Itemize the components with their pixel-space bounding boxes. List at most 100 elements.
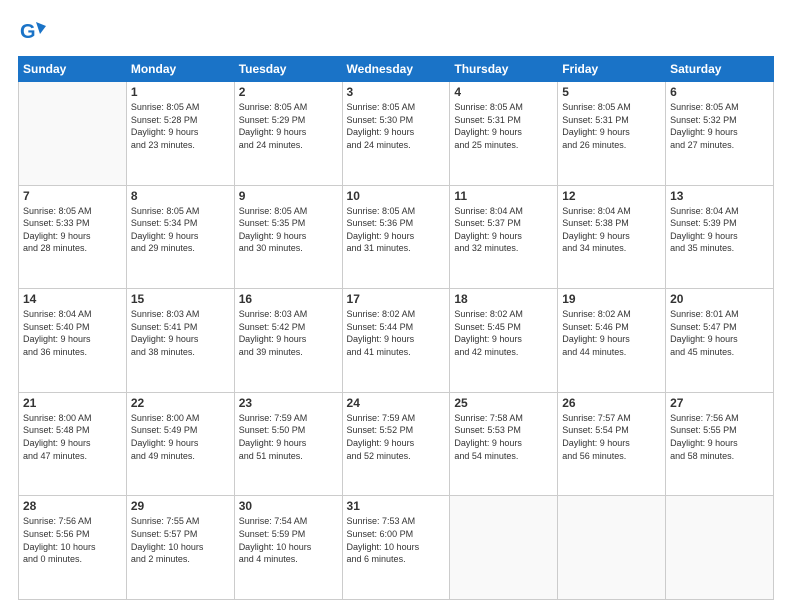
day-info: Sunrise: 8:04 AM <box>23 308 122 321</box>
day-info: Sunset: 5:54 PM <box>562 424 661 437</box>
day-number: 20 <box>670 292 769 306</box>
calendar-cell: 9Sunrise: 8:05 AMSunset: 5:35 PMDaylight… <box>234 185 342 289</box>
day-info: Sunset: 5:31 PM <box>454 114 553 127</box>
weekday-header-tuesday: Tuesday <box>234 57 342 82</box>
day-info: and 49 minutes. <box>131 450 230 463</box>
day-number: 6 <box>670 85 769 99</box>
day-info: Sunrise: 8:05 AM <box>23 205 122 218</box>
day-info: Sunset: 5:32 PM <box>670 114 769 127</box>
day-info: Sunrise: 8:03 AM <box>239 308 338 321</box>
day-info: Sunrise: 8:05 AM <box>131 205 230 218</box>
day-info: Sunrise: 8:00 AM <box>131 412 230 425</box>
day-info: Daylight: 9 hours <box>23 437 122 450</box>
day-info: Daylight: 9 hours <box>131 126 230 139</box>
calendar-cell: 21Sunrise: 8:00 AMSunset: 5:48 PMDayligh… <box>19 392 127 496</box>
day-info: Daylight: 9 hours <box>23 333 122 346</box>
day-info: Daylight: 9 hours <box>239 333 338 346</box>
calendar-cell: 11Sunrise: 8:04 AMSunset: 5:37 PMDayligh… <box>450 185 558 289</box>
day-info: and 54 minutes. <box>454 450 553 463</box>
day-info: Sunrise: 8:03 AM <box>131 308 230 321</box>
day-number: 5 <box>562 85 661 99</box>
day-info: Sunrise: 7:54 AM <box>239 515 338 528</box>
day-info: Sunset: 6:00 PM <box>347 528 446 541</box>
day-info: Sunset: 5:29 PM <box>239 114 338 127</box>
day-info: Daylight: 9 hours <box>670 126 769 139</box>
day-info: Daylight: 9 hours <box>670 437 769 450</box>
day-info: Daylight: 9 hours <box>562 230 661 243</box>
day-info: Daylight: 10 hours <box>239 541 338 554</box>
day-number: 30 <box>239 499 338 513</box>
day-number: 16 <box>239 292 338 306</box>
day-info: and 30 minutes. <box>239 242 338 255</box>
day-info: Sunset: 5:47 PM <box>670 321 769 334</box>
day-info: and 41 minutes. <box>347 346 446 359</box>
calendar-cell: 7Sunrise: 8:05 AMSunset: 5:33 PMDaylight… <box>19 185 127 289</box>
day-info: and 28 minutes. <box>23 242 122 255</box>
day-info: Daylight: 9 hours <box>131 437 230 450</box>
day-info: Sunrise: 7:53 AM <box>347 515 446 528</box>
calendar-cell: 5Sunrise: 8:05 AMSunset: 5:31 PMDaylight… <box>558 82 666 186</box>
day-info: Daylight: 9 hours <box>239 437 338 450</box>
day-number: 25 <box>454 396 553 410</box>
day-info: Sunrise: 8:05 AM <box>347 205 446 218</box>
day-info: Daylight: 9 hours <box>454 437 553 450</box>
day-info: Sunset: 5:50 PM <box>239 424 338 437</box>
calendar-cell: 12Sunrise: 8:04 AMSunset: 5:38 PMDayligh… <box>558 185 666 289</box>
day-info: Daylight: 9 hours <box>562 333 661 346</box>
day-info: Daylight: 9 hours <box>670 333 769 346</box>
day-number: 11 <box>454 189 553 203</box>
calendar-cell: 16Sunrise: 8:03 AMSunset: 5:42 PMDayligh… <box>234 289 342 393</box>
calendar-cell: 1Sunrise: 8:05 AMSunset: 5:28 PMDaylight… <box>126 82 234 186</box>
day-info: Sunrise: 8:02 AM <box>562 308 661 321</box>
calendar-cell <box>19 82 127 186</box>
day-info: Sunset: 5:59 PM <box>239 528 338 541</box>
day-info: Sunrise: 8:04 AM <box>454 205 553 218</box>
day-number: 14 <box>23 292 122 306</box>
day-number: 29 <box>131 499 230 513</box>
day-info: and 42 minutes. <box>454 346 553 359</box>
day-info: Sunset: 5:55 PM <box>670 424 769 437</box>
day-info: Daylight: 10 hours <box>347 541 446 554</box>
weekday-header-sunday: Sunday <box>19 57 127 82</box>
day-info: Sunset: 5:31 PM <box>562 114 661 127</box>
day-info: Sunrise: 7:55 AM <box>131 515 230 528</box>
day-info: Sunset: 5:37 PM <box>454 217 553 230</box>
day-info: Daylight: 9 hours <box>347 126 446 139</box>
day-number: 1 <box>131 85 230 99</box>
day-info: Sunset: 5:44 PM <box>347 321 446 334</box>
day-number: 18 <box>454 292 553 306</box>
calendar-cell: 19Sunrise: 8:02 AMSunset: 5:46 PMDayligh… <box>558 289 666 393</box>
day-info: Sunrise: 7:59 AM <box>239 412 338 425</box>
calendar-cell: 15Sunrise: 8:03 AMSunset: 5:41 PMDayligh… <box>126 289 234 393</box>
day-info: Sunrise: 7:58 AM <box>454 412 553 425</box>
day-info: Sunrise: 7:56 AM <box>23 515 122 528</box>
day-info: Sunrise: 8:04 AM <box>670 205 769 218</box>
day-info: Sunrise: 8:05 AM <box>239 101 338 114</box>
day-info: Daylight: 9 hours <box>131 230 230 243</box>
day-info: Daylight: 9 hours <box>562 437 661 450</box>
calendar-cell: 17Sunrise: 8:02 AMSunset: 5:44 PMDayligh… <box>342 289 450 393</box>
day-info: Sunset: 5:46 PM <box>562 321 661 334</box>
day-info: Daylight: 10 hours <box>131 541 230 554</box>
day-info: Sunset: 5:41 PM <box>131 321 230 334</box>
calendar-cell: 8Sunrise: 8:05 AMSunset: 5:34 PMDaylight… <box>126 185 234 289</box>
day-info: Sunset: 5:33 PM <box>23 217 122 230</box>
day-info: Daylight: 10 hours <box>23 541 122 554</box>
day-number: 13 <box>670 189 769 203</box>
day-info: Sunrise: 8:00 AM <box>23 412 122 425</box>
day-number: 27 <box>670 396 769 410</box>
day-info: Sunset: 5:28 PM <box>131 114 230 127</box>
day-info: and 45 minutes. <box>670 346 769 359</box>
day-info: and 2 minutes. <box>131 553 230 566</box>
day-info: Sunset: 5:36 PM <box>347 217 446 230</box>
calendar-cell: 13Sunrise: 8:04 AMSunset: 5:39 PMDayligh… <box>666 185 774 289</box>
day-number: 31 <box>347 499 446 513</box>
day-number: 28 <box>23 499 122 513</box>
weekday-header-friday: Friday <box>558 57 666 82</box>
day-info: and 44 minutes. <box>562 346 661 359</box>
day-info: Sunset: 5:56 PM <box>23 528 122 541</box>
day-info: and 23 minutes. <box>131 139 230 152</box>
day-info: Sunset: 5:40 PM <box>23 321 122 334</box>
day-info: Sunset: 5:48 PM <box>23 424 122 437</box>
calendar-cell: 24Sunrise: 7:59 AMSunset: 5:52 PMDayligh… <box>342 392 450 496</box>
